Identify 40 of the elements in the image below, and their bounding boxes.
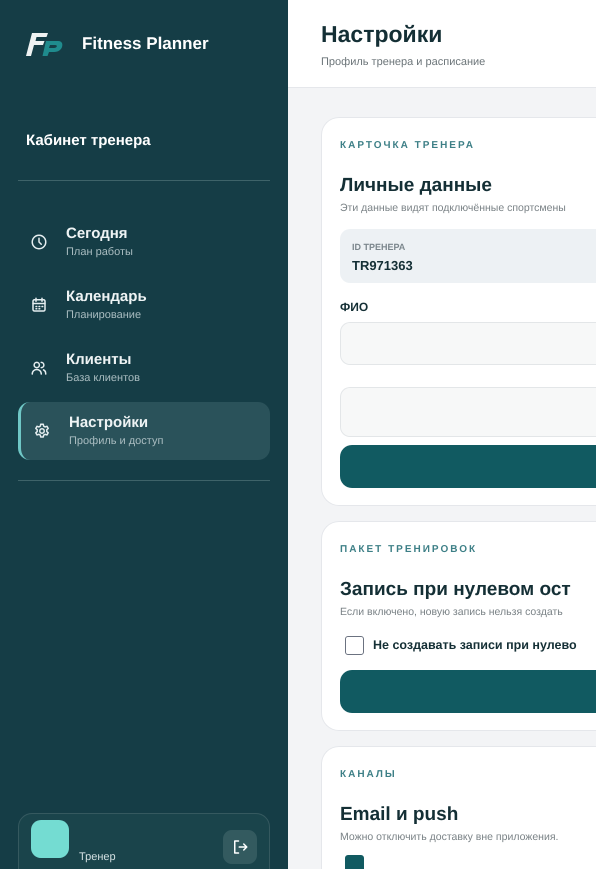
page-subtitle: Профиль тренера и расписание bbox=[321, 55, 486, 70]
card-description: Можно отключить доставку вне приложения. bbox=[340, 830, 560, 844]
card-title: Email и push bbox=[340, 804, 460, 826]
card-eyebrow: ПАКЕТ ТРЕНИРОВОК bbox=[340, 542, 478, 557]
card-eyebrow: КАНАЛЫ bbox=[340, 768, 398, 782]
id-value: TR971363 bbox=[352, 257, 414, 276]
users-icon bbox=[30, 359, 48, 377]
field-label: ФИО bbox=[340, 298, 370, 316]
avatar bbox=[31, 820, 69, 858]
logout-button[interactable] bbox=[223, 830, 257, 864]
nav-item-subtitle: Планирование bbox=[66, 309, 142, 322]
nav-item-title: Клиенты bbox=[66, 351, 132, 369]
card-title: Запись при нулевом ост bbox=[340, 578, 572, 601]
checkbox[interactable] bbox=[345, 855, 364, 869]
nav-item-subtitle: План работы bbox=[66, 246, 133, 259]
logout-icon bbox=[231, 838, 249, 856]
nav-item[interactable]: Настройки Профиль и доступ bbox=[18, 402, 270, 460]
app-name: Fitness Planner bbox=[82, 33, 209, 55]
nav-item-title: Календарь bbox=[66, 288, 147, 306]
settings-icon bbox=[33, 422, 51, 440]
page-title: Настройки bbox=[321, 20, 444, 48]
card-eyebrow: КАРТОЧКА ТРЕНЕРА bbox=[340, 139, 476, 153]
nav-item[interactable]: Календарь Планирование bbox=[18, 276, 270, 334]
id-label: ID ТРЕНЕРА bbox=[352, 240, 406, 254]
nav-item[interactable]: Клиенты База клиентов bbox=[18, 339, 270, 397]
clock-icon bbox=[30, 233, 48, 251]
nav-item-title: Сегодня bbox=[66, 225, 129, 243]
nav-item-subtitle: Профиль и доступ bbox=[69, 435, 164, 448]
calendar-icon bbox=[30, 296, 48, 314]
nav-item-title: Настройки bbox=[69, 414, 150, 432]
logo-icon bbox=[26, 31, 64, 57]
nav-item-subtitle: База клиентов bbox=[66, 372, 140, 385]
card-description: Если включено, новую запись нельзя создать bbox=[340, 604, 564, 620]
checkbox-label: Не создавать записи при нулево bbox=[373, 636, 577, 654]
card-description: Эти данные видят подключённые спортсмены bbox=[340, 201, 567, 216]
card-title: Личные данные bbox=[340, 175, 493, 197]
user-role: Тренер bbox=[79, 850, 116, 865]
sidebar-title: Кабинет тренера bbox=[25, 131, 152, 150]
checkbox[interactable] bbox=[345, 636, 364, 654]
nav-item[interactable]: Сегодня План работы bbox=[18, 213, 270, 271]
